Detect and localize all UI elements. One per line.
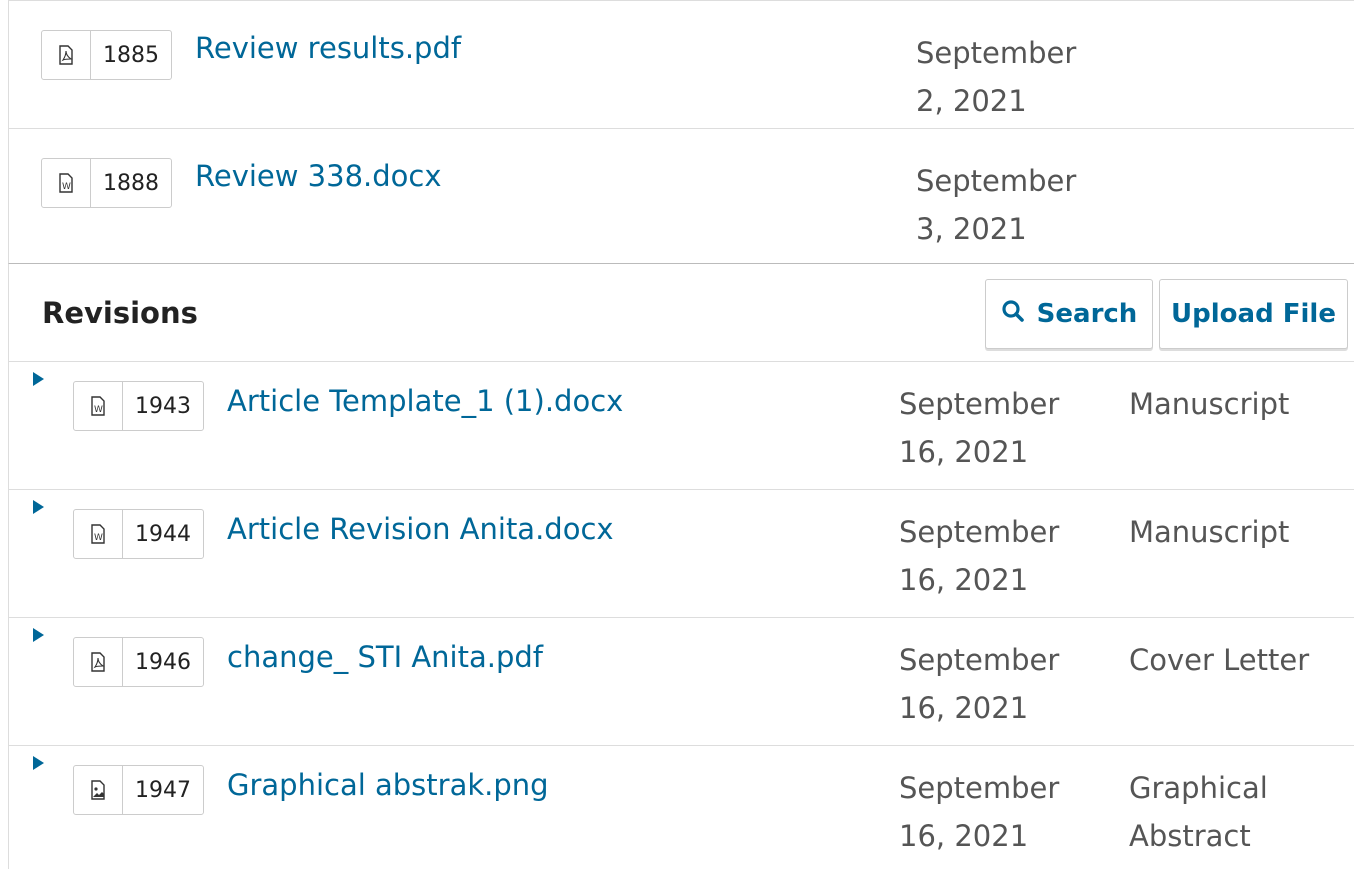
search-icon [1001,299,1025,330]
file-name-link[interactable]: Article Template_1 (1).docx [227,384,623,418]
file-name-link[interactable]: Graphical abstrak.png [227,768,549,802]
upload-file-button[interactable]: Upload File [1159,279,1348,349]
review-files-list: 1885 Review results.pdf September 2, 202… [8,0,1354,264]
file-date: September 2, 2021 [916,36,1077,118]
file-date: September 16, 2021 [899,387,1060,469]
list-item: 1947 Graphical abstrak.png September 16,… [9,746,1354,874]
word-file-icon: W [74,382,123,430]
section-title: Revisions [42,296,198,330]
file-badge: W 1944 [73,509,204,559]
file-id: 1943 [135,393,191,419]
expand-row-icon[interactable] [33,756,44,770]
file-badge: W 1888 [41,158,172,208]
file-name-link[interactable]: Review 338.docx [195,159,442,193]
file-genre: Graphical Abstract [1129,771,1268,853]
file-name-link[interactable]: change_ STI Anita.pdf [227,640,543,674]
revisions-header: Revisions Search Upload File [8,264,1354,362]
file-date: September 16, 2021 [899,515,1060,597]
file-id: 1944 [135,521,191,547]
expand-row-icon[interactable] [33,372,44,386]
file-genre: Manuscript [1129,515,1290,549]
expand-row-icon[interactable] [33,500,44,514]
page: 1885 Review results.pdf September 2, 202… [0,0,1354,869]
file-name-link[interactable]: Article Revision Anita.docx [227,512,614,546]
pdf-file-icon [74,638,123,686]
file-badge: W 1943 [73,381,204,431]
file-id: 1947 [135,777,191,803]
file-id: 1888 [103,170,159,196]
file-badge: 1885 [41,30,172,80]
svg-text:W: W [94,405,103,415]
file-id: 1885 [103,42,159,68]
image-file-icon [74,766,123,814]
list-item: 1946 change_ STI Anita.pdf September 16,… [9,618,1354,746]
revisions-list: W 1943 Article Template_1 (1).docx Septe… [8,362,1354,869]
file-date: September 16, 2021 [899,643,1060,725]
svg-text:W: W [62,182,71,192]
pdf-file-icon [42,31,91,79]
file-badge: 1947 [73,765,204,815]
word-file-icon: W [74,510,123,558]
file-date: September 16, 2021 [899,771,1060,853]
svg-text:W: W [94,533,103,543]
list-item: 1885 Review results.pdf September 2, 202… [9,1,1354,129]
list-item: W 1943 Article Template_1 (1).docx Septe… [9,362,1354,490]
file-id: 1946 [135,649,191,675]
list-item: W 1888 Review 338.docx September 3, 2021 [9,137,1354,265]
file-genre: Manuscript [1129,387,1290,421]
expand-row-icon[interactable] [33,628,44,642]
word-file-icon: W [42,159,91,207]
file-badge: 1946 [73,637,204,687]
file-name-link[interactable]: Review results.pdf [195,31,461,65]
file-genre: Cover Letter [1129,643,1310,677]
list-item: W 1944 Article Revision Anita.docx Septe… [9,490,1354,618]
file-date: September 3, 2021 [916,164,1077,246]
search-button[interactable]: Search [985,279,1153,349]
